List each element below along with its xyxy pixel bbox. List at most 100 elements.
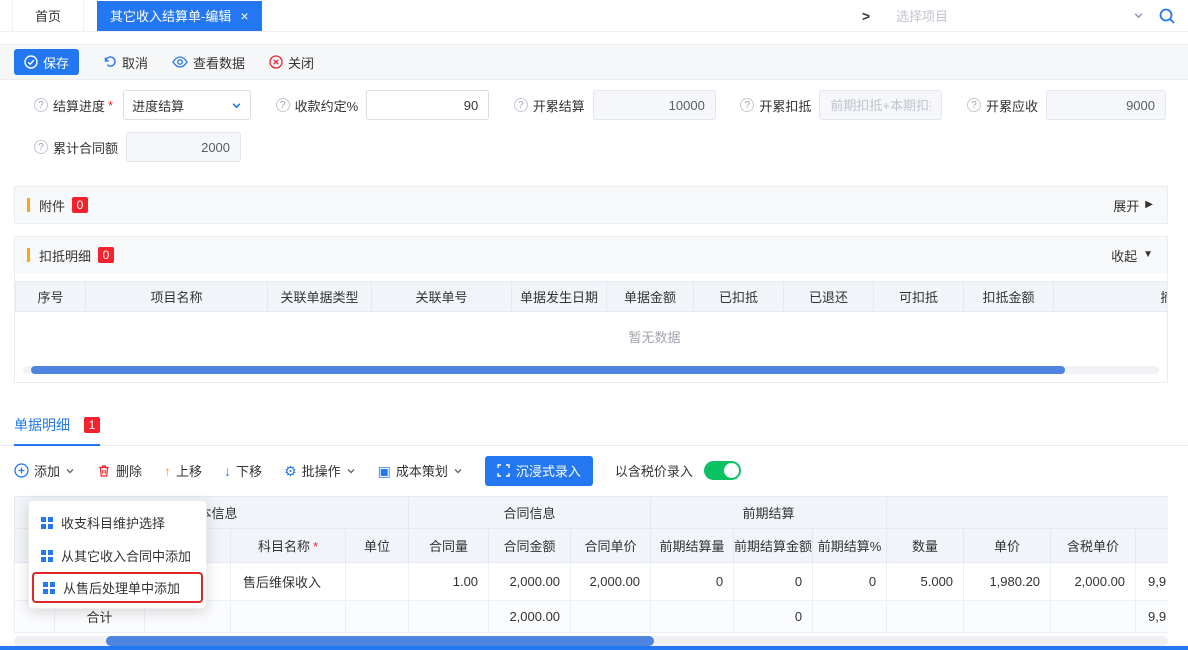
tab-detail-lines[interactable]: 单据明细 1 — [14, 415, 100, 446]
immersive-entry-button[interactable]: 沉浸式录入 — [485, 456, 593, 486]
deduction-collapse-toggle[interactable]: 收起 ▼ — [1111, 246, 1153, 265]
menu-item-subject-maintain[interactable]: 收支科目维护选择 — [29, 506, 206, 539]
detail-tabs: 单据明细 1 — [0, 415, 1188, 446]
total-prev-amount-cell: 0 — [734, 600, 813, 632]
qty-cell[interactable]: 5.000 — [887, 562, 964, 600]
total-empty-cell — [409, 600, 489, 632]
col-header: 单据金额 — [607, 282, 694, 312]
search-icon[interactable] — [1158, 7, 1176, 25]
fullscreen-icon — [497, 464, 510, 477]
col-header-price: 单价 — [964, 528, 1051, 562]
settle-progress-select[interactable]: 进度结算 — [123, 90, 251, 120]
cum-contract-input — [126, 132, 241, 162]
total-empty-cell — [964, 600, 1051, 632]
scrollbar-thumb[interactable] — [106, 636, 654, 646]
cum-receivable-input — [1046, 90, 1166, 120]
group-header-contract-info: 合同信息 — [409, 496, 651, 528]
col-header: 扣抵金额 — [964, 282, 1054, 312]
col-header: 已扣抵 — [694, 282, 784, 312]
section-accent-bar — [27, 198, 30, 212]
tax-toggle-label: 以含税价录入 — [615, 461, 693, 480]
detail-toolbar: 添加 删除 ↑ 上移 ↓ 下移 ⚙ 批操作 ▣ 成本策 — [0, 446, 1188, 496]
cum-settle-input — [593, 90, 716, 120]
menu-item-label: 从售后处理单中添加 — [63, 578, 180, 597]
menu-item-label: 从其它收入合同中添加 — [61, 546, 191, 565]
menu-item-from-other-income-contract[interactable]: 从其它收入合同中添加 — [29, 539, 206, 572]
tax-price-cell[interactable]: 2,000.00 — [1051, 562, 1136, 600]
deduction-table: 序号 项目名称 关联单据类型 关联单号 单据发生日期 单据金额 已扣抵 已退还 … — [15, 281, 1167, 362]
cancel-button[interactable]: 取消 — [103, 53, 148, 72]
triangle-right-icon: ▶ — [1145, 200, 1153, 210]
plus-circle-icon — [14, 463, 29, 478]
chevron-down-icon — [65, 466, 75, 476]
view-data-button[interactable]: 查看数据 — [172, 53, 245, 72]
field-cum-receivable: ? 开累应收 — [967, 90, 1166, 120]
batch-operation-button[interactable]: ⚙ 批操作 — [284, 461, 356, 480]
group-header-prev-settlement: 前期结算 — [651, 496, 887, 528]
move-down-label: 下移 — [236, 461, 262, 480]
price-cell[interactable]: 1,980.20 — [964, 562, 1051, 600]
arrow-up-icon: ↑ — [164, 464, 171, 478]
section-accent-bar — [27, 248, 30, 262]
cancel-label: 取消 — [122, 53, 148, 72]
check-circle-icon — [24, 55, 38, 69]
field-cum-contract: ? 累计合同额 — [34, 132, 241, 162]
contract-price-cell[interactable]: 2,000.00 — [571, 562, 651, 600]
grid-icon — [41, 517, 53, 529]
tab-overflow-arrow-icon[interactable]: > — [862, 8, 870, 24]
project-select[interactable]: 选择项目 — [896, 6, 1144, 25]
expand-label: 展开 — [1113, 196, 1139, 215]
contract-qty-cell[interactable]: 1.00 — [409, 562, 489, 600]
unit-cell[interactable] — [346, 562, 409, 600]
col-header-contract-qty: 合同量 — [409, 528, 489, 562]
save-button[interactable]: 保存 — [14, 49, 79, 75]
cum-settle-label: 开累结算 — [533, 96, 585, 115]
deduction-panel: 扣抵明细 0 收起 ▼ 序号 项目名称 关联单据类型 关联单号 单据发生日期 — [14, 236, 1168, 383]
col-header: 关联单号 — [372, 282, 512, 312]
help-icon: ? — [276, 98, 290, 112]
field-payment-pct: ? 收款约定% — [276, 90, 490, 120]
prev-pct-cell[interactable]: 0 — [813, 562, 887, 600]
menu-item-from-after-sales-order[interactable]: 从售后处理单中添加 — [32, 572, 203, 603]
deduction-empty-row: 暂无数据 — [16, 312, 1168, 362]
col-header-contract-price: 合同单价 — [571, 528, 651, 562]
total-empty-cell — [813, 600, 887, 632]
amount-cell[interactable]: 9,9 — [1136, 562, 1168, 600]
move-up-button[interactable]: ↑ 上移 — [164, 461, 202, 480]
delete-button[interactable]: 删除 — [97, 461, 142, 480]
tab-home[interactable]: 首页 — [12, 0, 84, 32]
prev-qty-cell[interactable]: 0 — [651, 562, 734, 600]
gear-icon: ⚙ — [284, 464, 297, 478]
col-header: 单据发生日期 — [512, 282, 607, 312]
undo-icon — [103, 55, 117, 69]
col-header: 项目名称 — [86, 282, 268, 312]
close-button[interactable]: 关闭 — [269, 53, 314, 72]
deduction-hscrollbar — [23, 366, 1159, 374]
attachments-expand-toggle[interactable]: 展开 ▶ — [1113, 196, 1153, 215]
subject-cell[interactable]: 售后维保收入 — [231, 562, 346, 600]
detail-hscrollbar — [14, 636, 1168, 646]
col-header: 可扣抵 — [874, 282, 964, 312]
scrollbar-thumb[interactable] — [31, 366, 1065, 374]
chevron-down-icon — [1133, 10, 1144, 21]
move-down-button[interactable]: ↓ 下移 — [224, 461, 262, 480]
prev-amount-cell[interactable]: 0 — [734, 562, 813, 600]
tax-price-toggle[interactable] — [704, 461, 741, 480]
tab-close-icon[interactable]: × — [240, 9, 248, 23]
cost-planning-button[interactable]: ▣ 成本策划 — [378, 461, 463, 480]
chevron-down-icon — [453, 466, 463, 476]
col-header-contract-amount: 合同金额 — [489, 528, 571, 562]
add-button[interactable]: 添加 — [14, 461, 75, 480]
contract-amount-cell[interactable]: 2,000.00 — [489, 562, 571, 600]
col-header-tax-price: 含税单价 — [1051, 528, 1136, 562]
cum-receivable-label: 开累应收 — [986, 96, 1038, 115]
move-up-label: 上移 — [176, 461, 202, 480]
payment-pct-input[interactable] — [366, 90, 489, 120]
deduction-section-bar: 扣抵明细 0 收起 ▼ — [15, 237, 1167, 273]
form-row-1: ? 结算进度 * 进度结算 ? 收款约定% ? 开累结算 ? 开累扣抵 — [0, 80, 1188, 120]
tab-active-edit[interactable]: 其它收入结算单-编辑 × — [97, 1, 262, 31]
help-icon: ? — [514, 98, 528, 112]
settle-progress-value: 进度结算 — [132, 96, 184, 115]
col-header-amount: 金额 — [1136, 528, 1168, 562]
total-empty-cell — [231, 600, 346, 632]
